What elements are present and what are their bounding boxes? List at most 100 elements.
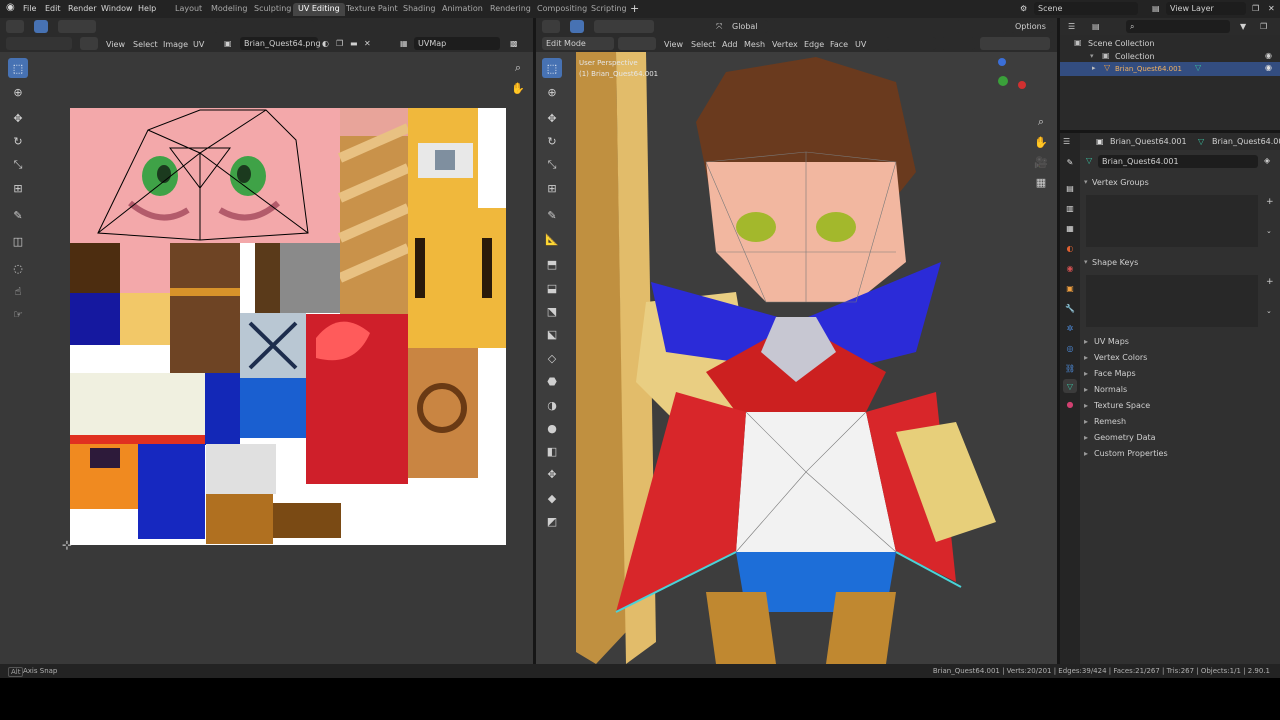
inset-tool-icon[interactable]: ⬓ xyxy=(542,278,562,298)
viewport-editor-type-icon[interactable] xyxy=(542,20,560,33)
mode-selector[interactable]: Edit Mode xyxy=(542,37,614,50)
vp-zoom-icon[interactable]: ⌕ xyxy=(1031,112,1051,132)
pan-hand-icon[interactable]: ✋ xyxy=(508,78,528,98)
vp-menu-mesh[interactable]: Mesh xyxy=(744,40,765,49)
rip-tool-icon[interactable]: ◫ xyxy=(8,231,28,251)
overlay-buttons[interactable] xyxy=(941,37,975,50)
shape-key-menu-icon[interactable]: ⌄ xyxy=(1266,307,1272,315)
fake-user-icon[interactable]: ◐ xyxy=(322,39,329,48)
tab-rendering[interactable]: Rendering xyxy=(485,3,536,16)
uv-menu-image[interactable]: Image xyxy=(163,40,188,49)
shrink-tool-icon[interactable]: ✥ xyxy=(542,464,562,484)
output-props-icon[interactable]: ▥ xyxy=(1063,201,1077,215)
edge-slide-tool-icon[interactable]: ◧ xyxy=(542,441,562,461)
object-visibility-icon[interactable]: ◉ xyxy=(1265,63,1272,72)
vp-scale-tool-icon[interactable]: ⤡ xyxy=(542,155,562,175)
panel-face-maps[interactable]: ▸ Face Maps xyxy=(1084,369,1136,378)
vp-menu-select[interactable]: Select xyxy=(691,40,716,49)
tab-layout[interactable]: Layout xyxy=(170,3,207,16)
vp-menu-edge[interactable]: Edge xyxy=(804,40,824,49)
new-image-icon[interactable]: ❐ xyxy=(336,39,343,48)
particles-props-icon[interactable]: ✲ xyxy=(1063,321,1077,335)
menu-window[interactable]: Window xyxy=(101,4,133,13)
vertex-groups-header[interactable]: Vertex Groups xyxy=(1092,178,1149,187)
outliner[interactable]: ☰ ▤ ⌕ ▼ ❐ ▣ Scene Collection ▾ ▣ Collect… xyxy=(1060,18,1280,130)
texture-image[interactable] xyxy=(70,108,506,545)
object-expand-icon[interactable]: ▸ xyxy=(1092,64,1096,72)
new-collection-icon[interactable]: ❐ xyxy=(1260,22,1267,31)
menu-render[interactable]: Render xyxy=(68,4,96,13)
constraints-props-icon[interactable]: ⛓ xyxy=(1063,361,1077,375)
vp-menu-view[interactable]: View xyxy=(664,40,683,49)
view-layer-props-icon[interactable]: ▦ xyxy=(1063,221,1077,235)
open-image-icon[interactable]: ▬ xyxy=(350,39,358,48)
vp-select-box-tool-icon[interactable]: ⬚ xyxy=(542,58,562,78)
vp-annotate-tool-icon[interactable]: ✎ xyxy=(542,205,562,225)
uv-editor[interactable]: View Select Image UV ▣ Brian_Quest64.png… xyxy=(0,18,533,664)
object-props-icon[interactable]: ▣ xyxy=(1063,281,1077,295)
camera-view-icon[interactable]: 🎥 xyxy=(1031,152,1051,172)
image-selector[interactable]: Brian_Quest64.png xyxy=(240,37,321,50)
character-mesh[interactable] xyxy=(536,52,1057,664)
outliner-search-input[interactable]: ⌕ xyxy=(1126,20,1230,33)
vp-menu-add[interactable]: Add xyxy=(722,40,738,49)
properties-editor-icon[interactable]: ☰ xyxy=(1063,137,1070,146)
viewport-select-mode-buttons[interactable] xyxy=(594,20,654,33)
snap-pivot-buttons[interactable] xyxy=(214,20,314,33)
display-channels-icon[interactable]: ▩ xyxy=(510,39,518,48)
axis-gizmo-x-icon[interactable] xyxy=(1018,81,1026,89)
outliner-editor-icon[interactable]: ☰ xyxy=(1068,22,1075,31)
display-mode-icon[interactable]: ▤ xyxy=(1092,22,1100,31)
panel-normals[interactable]: ▸ Normals xyxy=(1084,385,1127,394)
select-box-tool-icon[interactable]: ⬚ xyxy=(8,58,28,78)
material-props-icon[interactable]: ● xyxy=(1063,397,1077,411)
uv-map-selector[interactable]: UVMap xyxy=(414,37,500,50)
uv-menu-view[interactable]: View xyxy=(106,40,125,49)
tab-texture-paint[interactable]: Texture Paint xyxy=(341,3,403,16)
bevel-tool-icon[interactable]: ⬔ xyxy=(542,301,562,321)
panel-custom-properties[interactable]: ▸ Custom Properties xyxy=(1084,449,1168,458)
add-workspace-icon[interactable]: + xyxy=(630,2,639,15)
menu-file[interactable]: File xyxy=(23,4,36,13)
transform-tool-icon[interactable]: ⊞ xyxy=(8,178,28,198)
editor-type-icon[interactable] xyxy=(6,20,24,33)
scene-collection-label[interactable]: Scene Collection xyxy=(1088,39,1155,48)
shape-keys-list[interactable] xyxy=(1086,275,1258,327)
vertex-groups-expand-icon[interactable]: ▾ xyxy=(1084,178,1088,186)
knife-tool-icon[interactable]: ◇ xyxy=(542,348,562,368)
panel-uv-maps[interactable]: ▸ UV Maps xyxy=(1084,337,1129,346)
menu-edit[interactable]: Edit xyxy=(45,4,61,13)
ortho-toggle-icon[interactable]: ▦ xyxy=(1031,172,1051,192)
tab-compositing[interactable]: Compositing xyxy=(532,3,592,16)
collection-expand-icon[interactable]: ▾ xyxy=(1090,52,1094,60)
viewport-select-tool-icon[interactable] xyxy=(570,20,584,33)
blender-logo-icon[interactable]: ◉ xyxy=(6,2,15,13)
vertex-group-menu-icon[interactable]: ⌄ xyxy=(1266,227,1272,235)
zoom-icon[interactable]: ⌕ xyxy=(508,58,528,78)
panel-texture-space[interactable]: ▸ Texture Space xyxy=(1084,401,1150,410)
grab-tool-icon[interactable]: ◌ xyxy=(8,258,28,278)
loop-cut-tool-icon[interactable]: ⬕ xyxy=(542,324,562,344)
world-props-icon[interactable]: ◉ xyxy=(1063,261,1077,275)
view-layer-selector[interactable]: View Layer xyxy=(1166,2,1246,15)
vp-menu-uv[interactable]: UV xyxy=(855,40,866,49)
add-shape-key-icon[interactable]: + xyxy=(1266,277,1274,287)
rip-region-tool-icon[interactable]: ◩ xyxy=(542,511,562,531)
select-mode-buttons[interactable] xyxy=(58,20,96,33)
panel-remesh[interactable]: ▸ Remesh xyxy=(1084,417,1126,426)
tab-uv-editing[interactable]: UV Editing xyxy=(293,3,345,16)
uv-select-mode-buttons[interactable] xyxy=(6,37,72,50)
vp-move-tool-icon[interactable]: ✥ xyxy=(542,108,562,128)
pivot-snap-buttons[interactable] xyxy=(772,20,848,33)
panel-vertex-colors[interactable]: ▸ Vertex Colors xyxy=(1084,353,1147,362)
render-props-icon[interactable]: ▤ xyxy=(1063,181,1077,195)
tab-modeling[interactable]: Modeling xyxy=(206,3,252,16)
physics-props-icon[interactable]: ◎ xyxy=(1063,341,1077,355)
vp-cursor-tool-icon[interactable]: ⊕ xyxy=(542,82,562,102)
poly-build-tool-icon[interactable]: ⬣ xyxy=(542,371,562,391)
axis-gizmo-y-icon[interactable] xyxy=(998,76,1008,86)
extrude-tool-icon[interactable]: ⬒ xyxy=(542,254,562,274)
annotate-tool-icon[interactable]: ✎ xyxy=(8,205,28,225)
collection-label[interactable]: Collection xyxy=(1115,52,1155,61)
uv-editor-mode-icon[interactable] xyxy=(80,37,98,50)
